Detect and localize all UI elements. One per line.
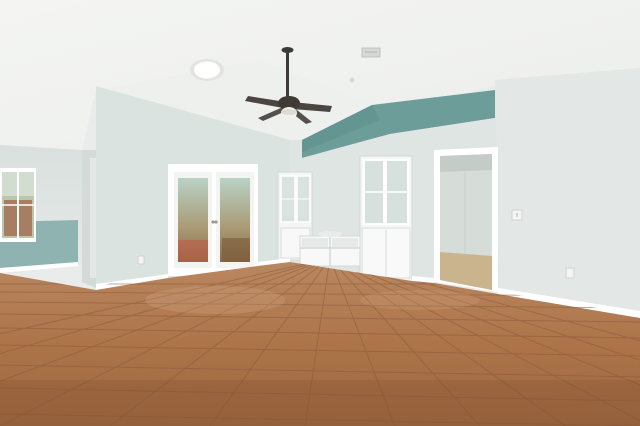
air-vent-icon [361,47,381,58]
outlet-icon [137,255,145,265]
hallway-doorway[interactable] [434,147,498,292]
outlet-icon [565,267,575,279]
recessed-light-icon [190,59,224,81]
french-doors[interactable] [168,164,258,276]
open-shelf-unit [299,231,361,267]
built-in-cabinet-right [359,155,413,283]
floor-reflection-right [360,290,480,310]
ceiling-sensor [349,77,355,83]
floor-reflection [145,286,285,314]
floor-shadow [0,380,640,426]
room-photo [0,0,640,426]
room-illustration [0,0,640,426]
window-left [0,168,36,242]
door-handle[interactable] [211,220,215,224]
column-edge [90,158,96,278]
